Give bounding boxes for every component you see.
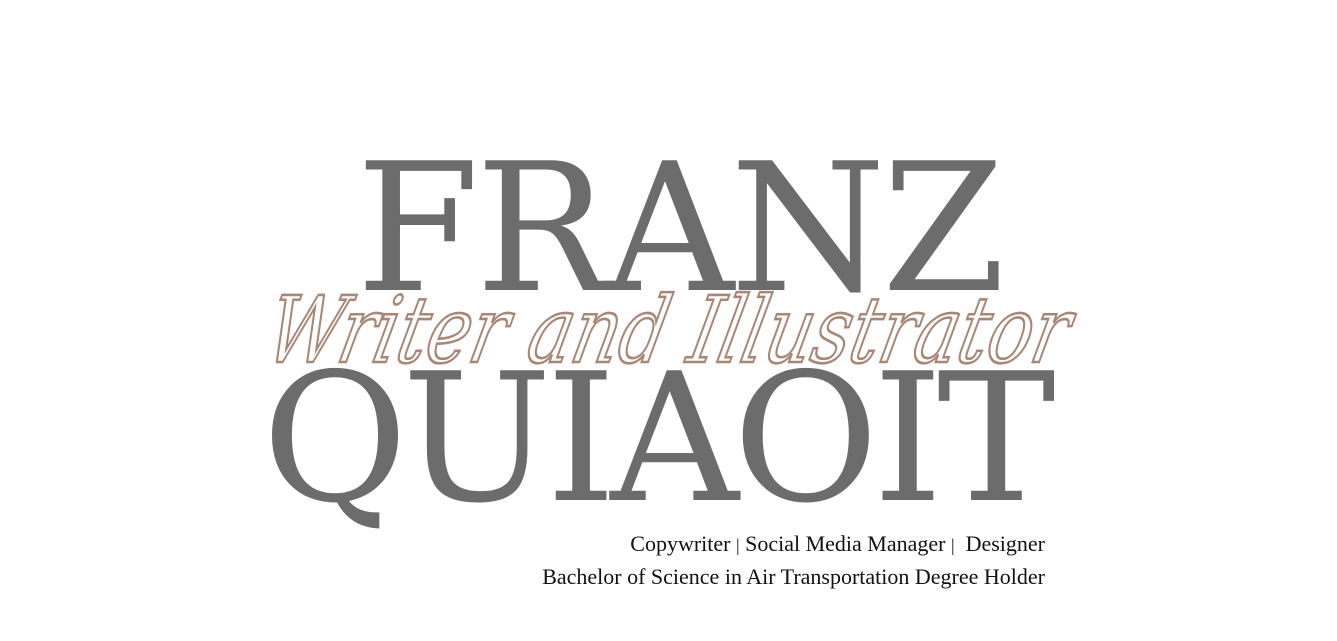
script-title-lettering: Writer and Illustrator <box>262 232 1082 422</box>
svg-text:Writer and Illustrator: Writer and Illustrator <box>262 277 1082 384</box>
role-designer: Designer <box>965 531 1045 556</box>
role-separator: | <box>950 535 955 555</box>
role-copywriter: Copywriter <box>630 531 731 556</box>
role-separator: | <box>735 535 740 555</box>
portfolio-cover: FRANZ QUIAOIT Writer and Illustrator Cop… <box>0 0 1337 641</box>
roles-line: Copywriter | Social Media Manager | Desi… <box>542 528 1045 561</box>
degree-line: Bachelor of Science in Air Transportatio… <box>542 564 1045 589</box>
tagline-block: Copywriter | Social Media Manager | Desi… <box>542 528 1045 593</box>
role-social-media-manager: Social Media Manager <box>745 531 946 556</box>
